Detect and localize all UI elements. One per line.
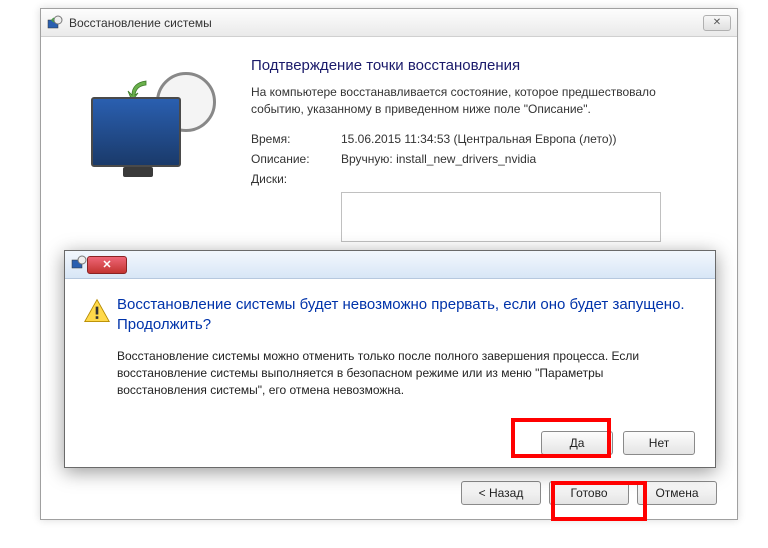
description-value: Вручную: install_new_drivers_nvidia xyxy=(341,152,536,166)
back-button[interactable]: < Назад xyxy=(461,481,541,505)
page-heading: Подтверждение точки восстановления xyxy=(251,57,717,74)
time-label: Время: xyxy=(251,132,341,146)
time-value: 15.06.2015 11:34:53 (Центральная Европа … xyxy=(341,132,616,146)
dialog-text: Восстановление системы будет невозможно … xyxy=(117,295,695,400)
wizard-buttons: < Назад Готово Отмена xyxy=(461,481,717,505)
page-description: На компьютере восстанавливается состояни… xyxy=(251,84,717,118)
illustration-panel xyxy=(51,57,251,242)
dialog-close-button[interactable]: ✕ xyxy=(87,256,127,274)
dialog-titlebar: ✕ xyxy=(65,251,715,279)
restore-icon xyxy=(47,15,63,31)
yes-button[interactable]: Да xyxy=(541,431,613,455)
close-button[interactable]: ✕ xyxy=(703,15,731,31)
restore-illustration xyxy=(81,67,221,187)
no-button[interactable]: Нет xyxy=(623,431,695,455)
disks-listbox[interactable] xyxy=(341,192,661,242)
details-panel: Подтверждение точки восстановления На ко… xyxy=(251,57,717,242)
restore-icon xyxy=(71,255,87,274)
dialog-buttons: Да Нет xyxy=(541,431,695,455)
finish-button[interactable]: Готово xyxy=(549,481,629,505)
time-row: Время: 15.06.2015 11:34:53 (Центральная … xyxy=(251,132,717,146)
cancel-button[interactable]: Отмена xyxy=(637,481,717,505)
dialog-heading: Восстановление системы будет невозможно … xyxy=(117,295,695,336)
window-title: Восстановление системы xyxy=(69,16,212,30)
confirm-dialog: ✕ Восстановление системы будет невозможн… xyxy=(64,250,716,468)
description-row: Описание: Вручную: install_new_drivers_n… xyxy=(251,152,717,166)
dialog-body: Восстановление системы будет невозможно … xyxy=(65,279,715,412)
description-label: Описание: xyxy=(251,152,341,166)
titlebar: Восстановление системы ✕ xyxy=(41,9,737,37)
warning-icon xyxy=(83,295,117,400)
disks-label: Диски: xyxy=(251,172,341,186)
dialog-message: Восстановление системы можно отменить то… xyxy=(117,348,695,400)
disks-row: Диски: xyxy=(251,172,717,186)
content-area: Подтверждение точки восстановления На ко… xyxy=(41,37,737,252)
